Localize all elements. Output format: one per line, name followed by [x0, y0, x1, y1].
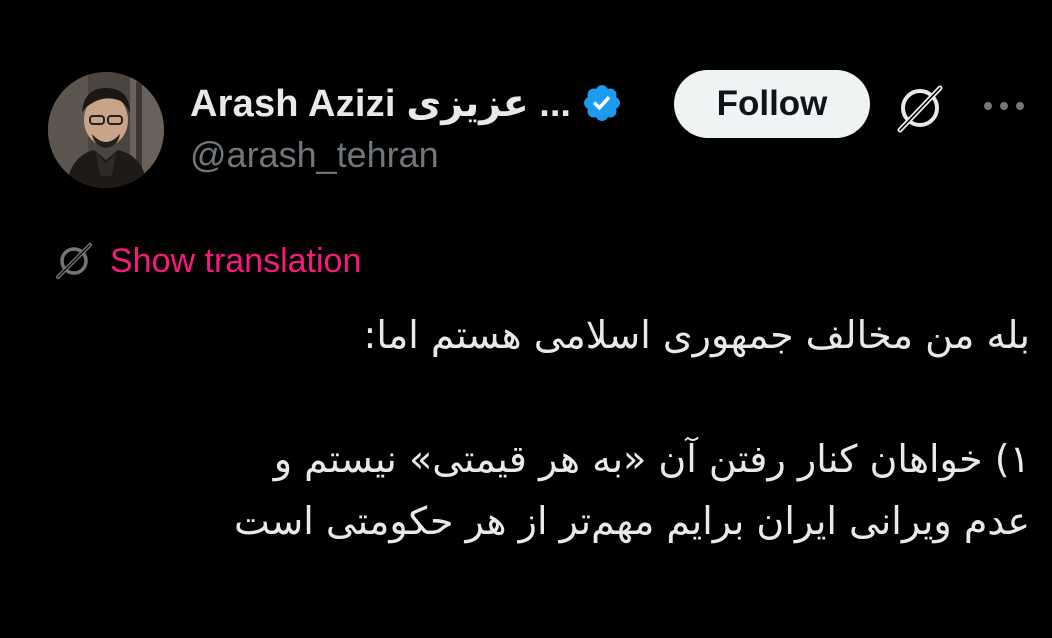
show-translation-link[interactable]: Show translation	[52, 238, 361, 284]
tweet-line: ۱) خواهان کنار رفتن آن «به هر قیمتی» نیس…	[273, 437, 1030, 481]
follow-button[interactable]: Follow	[674, 70, 870, 138]
tweet-line: عدم ویرانی ایران برایم مهم‌تر از هر حکوم…	[234, 499, 1030, 543]
tweet-line: بله من مخالف جمهوری اسلامی هستم اما:	[363, 313, 1030, 357]
author-display-name[interactable]: Arash Azizi عزیزی ...	[190, 81, 571, 126]
verified-badge-icon	[584, 85, 620, 121]
tweet-text: بله من مخالف جمهوری اسلامی هستم اما: ۱) …	[30, 304, 1030, 552]
grok-translate-icon	[56, 243, 92, 279]
show-translation-label: Show translation	[110, 241, 362, 280]
avatar-photo	[48, 72, 164, 188]
author-handle[interactable]: @arash_tehran	[190, 134, 439, 176]
avatar[interactable]	[48, 72, 164, 188]
grok-icon[interactable]	[892, 80, 948, 136]
tweet-card: Arash Azizi عزیزی ... @arash_tehran Foll…	[0, 0, 1052, 638]
author-name-row: Arash Azizi عزیزی ...	[190, 76, 623, 130]
more-options-icon[interactable]	[980, 96, 1028, 116]
